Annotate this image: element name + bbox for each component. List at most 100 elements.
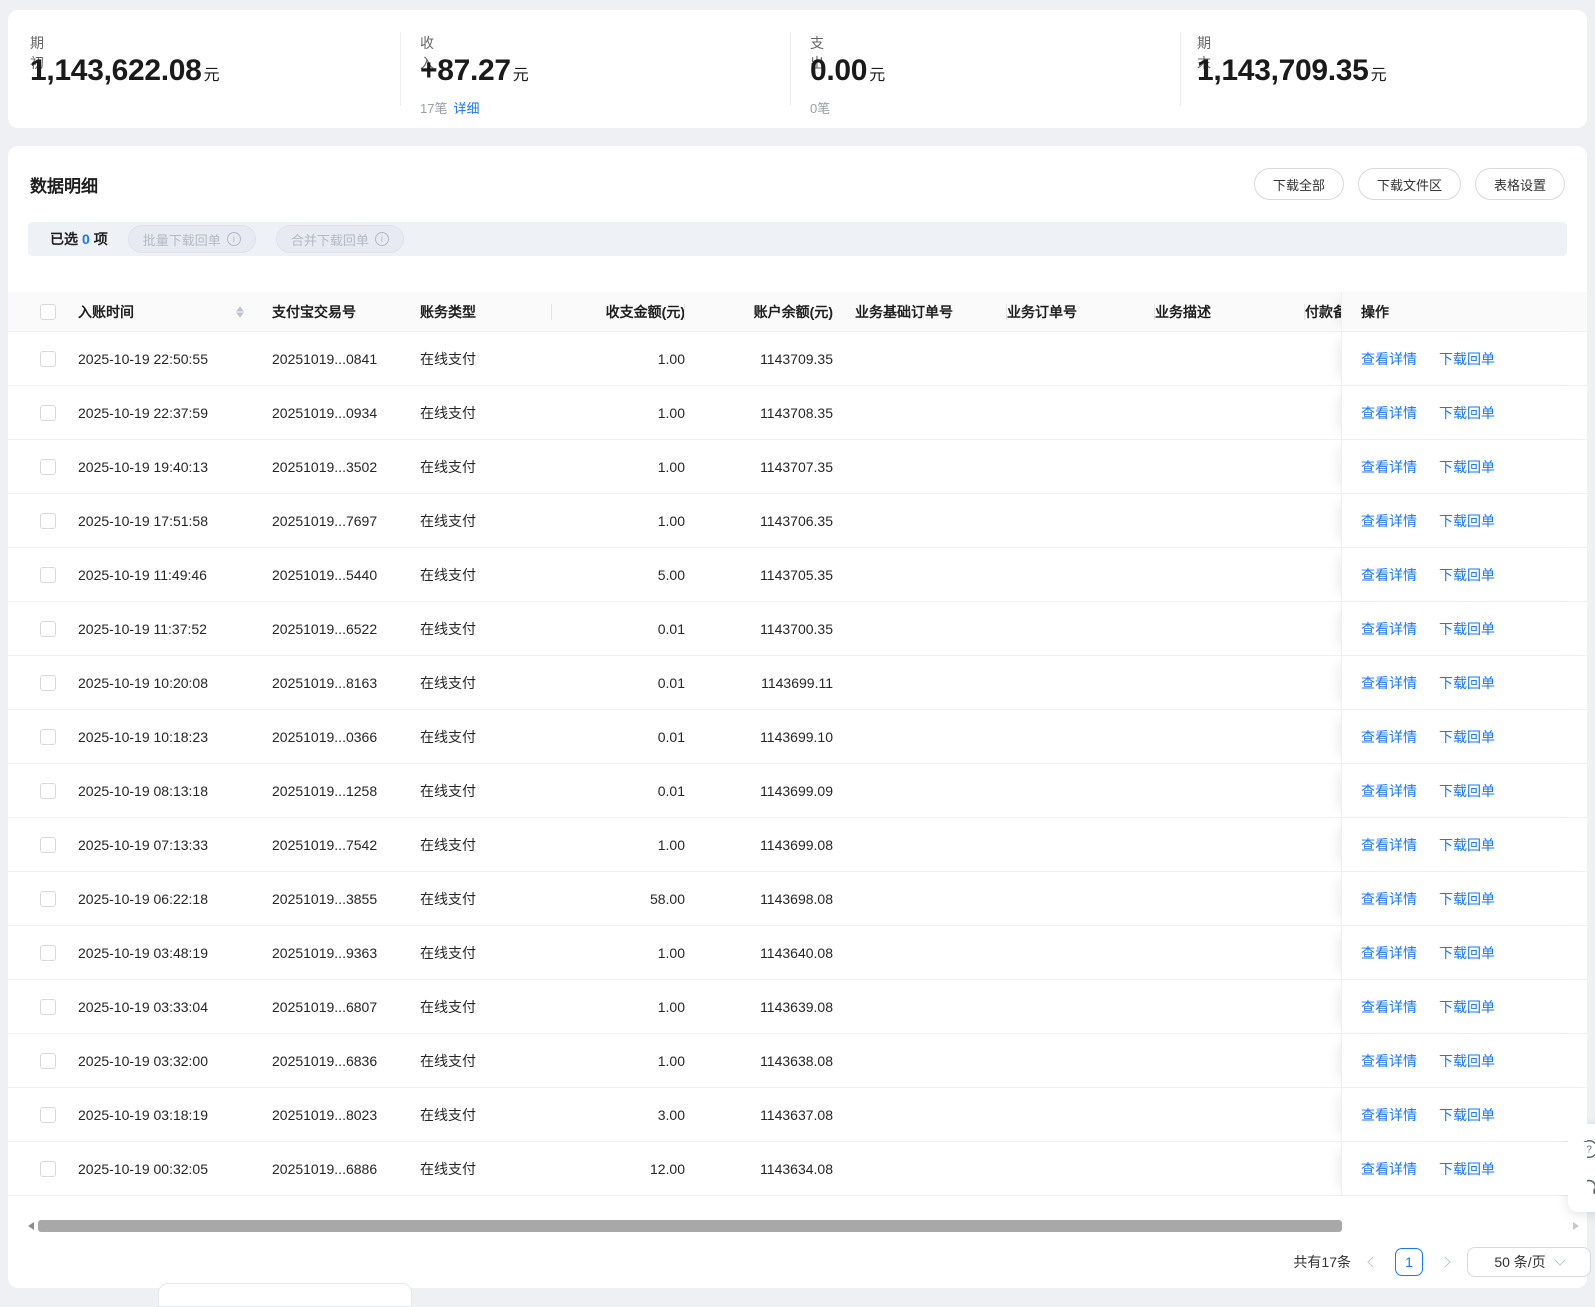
download-receipt-link[interactable]: 下载回单 [1439,349,1495,369]
row-checkbox[interactable] [40,513,56,530]
cell-actions: 查看详情 下载回单 [1341,872,1587,925]
view-detail-link[interactable]: 查看详情 [1361,997,1417,1017]
row-checkbox[interactable] [40,945,56,962]
row-checkbox[interactable] [40,1053,56,1070]
row-checkbox[interactable] [40,567,56,584]
scroll-left-arrow-icon[interactable] [28,1222,34,1230]
horizontal-scrollbar[interactable] [28,1219,1579,1233]
row-checkbox[interactable] [40,999,56,1016]
download-receipt-link[interactable]: 下载回单 [1439,835,1495,855]
view-detail-link[interactable]: 查看详情 [1361,1159,1417,1179]
cell-balance: 1143699.11 [761,674,833,691]
income-detail-link[interactable]: 详细 [453,101,479,116]
page-number-button[interactable]: 1 [1395,1248,1423,1276]
unit-label: 元 [869,67,885,84]
download-receipt-link[interactable]: 下载回单 [1439,511,1495,531]
download-receipt-link[interactable]: 下载回单 [1439,1051,1495,1071]
download-receipt-link[interactable]: 下载回单 [1439,997,1495,1017]
selected-count: 0 [82,231,90,247]
download-receipt-link[interactable]: 下载回单 [1439,943,1495,963]
summary-value: +87.27 [420,54,511,87]
row-checkbox[interactable] [40,405,56,422]
page-size-select[interactable]: 50 条/页 [1467,1247,1591,1277]
download-receipt-link[interactable]: 下载回单 [1439,1105,1495,1125]
row-checkbox[interactable] [40,891,56,908]
cell-amount: 58.00 [649,890,685,907]
next-page-icon[interactable] [1439,1256,1451,1268]
view-detail-link[interactable]: 查看详情 [1361,889,1417,909]
expense-count: 0笔 [810,101,831,116]
row-checkbox[interactable] [40,459,56,476]
view-detail-link[interactable]: 查看详情 [1361,565,1417,585]
batch-download-receipt-button[interactable]: 批量下载回单 i [127,225,256,253]
view-detail-link[interactable]: 查看详情 [1361,403,1417,423]
view-detail-link[interactable]: 查看详情 [1361,943,1417,963]
download-filezone-button[interactable]: 下载文件区 [1357,168,1461,200]
prev-page-icon[interactable] [1367,1256,1379,1268]
row-checkbox[interactable] [40,729,56,746]
table-row: 2025-10-19 22:50:55 20251019...0841 在线支付 1.… [8,332,1587,386]
view-detail-link[interactable]: 查看详情 [1361,349,1417,369]
cell-actions: 查看详情 下载回单 [1341,764,1587,817]
view-detail-link[interactable]: 查看详情 [1361,673,1417,693]
summary-value: 1,143,709.35 [1197,54,1369,87]
scrollbar-thumb[interactable] [38,1220,1342,1232]
cell-entry-time: 2025-10-19 10:18:23 [78,728,208,745]
panel-actions: 下载全部 下载文件区 表格设置 [1253,168,1565,200]
cell-actions: 查看详情 下载回单 [1341,332,1587,385]
download-receipt-link[interactable]: 下载回单 [1439,565,1495,585]
scroll-right-arrow-icon[interactable] [1573,1222,1579,1230]
download-receipt-link[interactable]: 下载回单 [1439,781,1495,801]
page-title: 数据明细 [30,177,98,196]
view-detail-link[interactable]: 查看详情 [1361,727,1417,747]
table-settings-button[interactable]: 表格设置 [1474,168,1565,200]
row-checkbox[interactable] [40,621,56,638]
download-all-button[interactable]: 下载全部 [1253,168,1344,200]
merge-download-receipt-button[interactable]: 合并下载回单 i [275,225,404,253]
cutoff-popup [158,1283,412,1307]
header-entry-time: 入账时间 [78,302,272,322]
row-checkbox[interactable] [40,1161,56,1178]
view-detail-link[interactable]: 查看详情 [1361,781,1417,801]
row-checkbox[interactable] [40,351,56,368]
view-detail-link[interactable]: 查看详情 [1361,511,1417,531]
transactions-table: 入账时间 支付宝交易号 账务类型 收支金额(元) 账户余额(元) 业务基础订单号… [8,292,1587,1196]
sort-icon[interactable] [236,306,244,317]
row-checkbox[interactable] [40,837,56,854]
cell-amount: 1.00 [657,458,685,475]
cell-transaction-id: 20251019...8163 [272,674,378,691]
cell-actions: 查看详情 下载回单 [1341,440,1587,493]
cell-balance: 1143634.08 [760,1160,833,1177]
table-row: 2025-10-19 03:33:04 20251019...6807 在线支付 1.… [8,980,1587,1034]
cell-balance: 1143698.08 [760,890,833,907]
download-receipt-link[interactable]: 下载回单 [1439,1159,1495,1179]
cell-actions: 查看详情 下载回单 [1341,494,1587,547]
info-icon: i [374,232,389,246]
unit-label: 元 [203,67,220,84]
download-receipt-link[interactable]: 下载回单 [1439,619,1495,639]
cell-amount: 1.00 [657,1052,685,1069]
row-checkbox[interactable] [40,675,56,692]
selection-count-text: 已选 0 项 [50,231,108,247]
view-detail-link[interactable]: 查看详情 [1361,1051,1417,1071]
download-receipt-link[interactable]: 下载回单 [1439,727,1495,747]
row-checkbox[interactable] [40,1107,56,1124]
cell-account-type: 在线支付 [420,1106,476,1123]
download-receipt-link[interactable]: 下载回单 [1439,889,1495,909]
view-detail-link[interactable]: 查看详情 [1361,835,1417,855]
row-checkbox[interactable] [40,783,56,800]
view-detail-link[interactable]: 查看详情 [1361,619,1417,639]
cell-actions: 查看详情 下载回单 [1341,710,1587,763]
view-detail-link[interactable]: 查看详情 [1361,1105,1417,1125]
download-receipt-link[interactable]: 下载回单 [1439,673,1495,693]
cell-balance: 1143699.10 [760,728,833,745]
cell-actions: 查看详情 下载回单 [1341,602,1587,655]
download-receipt-link[interactable]: 下载回单 [1439,403,1495,423]
summary-value: 1,143,622.08 [30,54,202,87]
view-detail-link[interactable]: 查看详情 [1361,457,1417,477]
cell-entry-time: 2025-10-19 22:50:55 [78,350,208,367]
table-row: 2025-10-19 11:37:52 20251019...6522 在线支付 0.… [8,602,1587,656]
download-receipt-link[interactable]: 下载回单 [1439,457,1495,477]
cell-account-type: 在线支付 [420,674,476,691]
select-all-checkbox[interactable] [40,304,56,321]
